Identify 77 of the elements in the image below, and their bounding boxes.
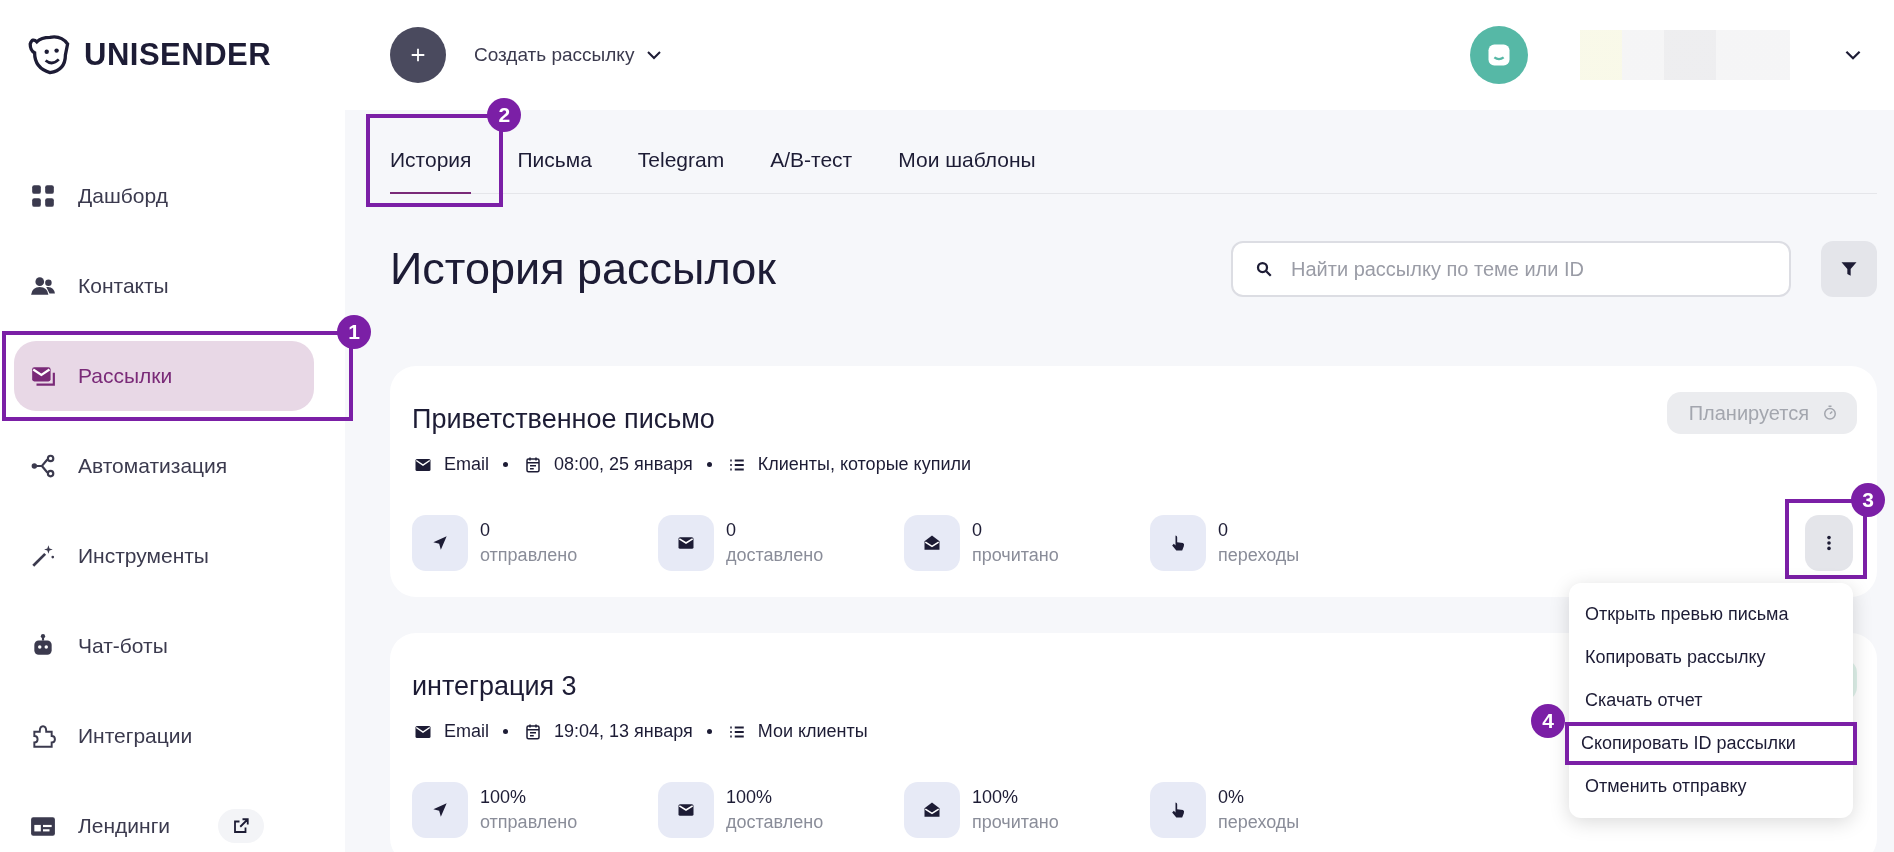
date-text: 08:00, 25 января — [554, 454, 693, 475]
open-envelope-icon — [904, 782, 960, 838]
stat-value: 0% — [1218, 787, 1245, 808]
paper-plane-icon — [412, 782, 468, 838]
stat-label: переходы — [1218, 812, 1300, 833]
menu-item[interactable]: Копировать рассылку — [1569, 636, 1853, 679]
menu-item[interactable]: Скачать отчет — [1569, 679, 1853, 722]
filter-button[interactable] — [1821, 241, 1877, 297]
step-badge: 3 — [1851, 483, 1885, 517]
open-envelope-icon — [904, 515, 960, 571]
stat-value: 0 — [1218, 520, 1229, 541]
tab[interactable]: Письма — [517, 144, 592, 194]
sidebar-item[interactable]: Автоматизация — [14, 431, 314, 501]
paper-plane-icon — [412, 515, 468, 571]
stat-label: доставлено — [726, 545, 824, 566]
sidebar-item[interactable]: Интеграции — [14, 701, 314, 771]
separator-dot — [503, 462, 508, 467]
separator-dot — [503, 729, 508, 734]
stat-label: прочитано — [972, 545, 1059, 566]
kebab-menu-icon — [1826, 534, 1832, 552]
dashboard-icon — [30, 183, 56, 209]
sidebar-item[interactable]: Рассылки — [14, 341, 314, 411]
stat-value: 100% — [480, 787, 528, 808]
pointer-hand-icon — [1150, 782, 1206, 838]
sidebar-item[interactable]: Лендинги — [14, 791, 314, 852]
channel-text: Email — [444, 721, 489, 742]
stat-value: 100% — [726, 787, 774, 808]
envelope-icon — [658, 782, 714, 838]
sidebar-item[interactable]: Контакты — [14, 251, 314, 321]
status-badge: Планируется — [1666, 392, 1857, 434]
add-button[interactable] — [390, 27, 446, 83]
stat-label: отправлено — [480, 545, 578, 566]
logo-text: UNISENDER — [84, 37, 272, 73]
menu-item[interactable]: Открыть превью письма — [1569, 593, 1853, 636]
page-title: История рассылок — [390, 243, 777, 295]
campaign-title: интеграция 3 — [412, 670, 577, 702]
stat-value: 100% — [972, 787, 1020, 808]
dog-logo-icon — [28, 33, 72, 77]
sidebar-item[interactable]: Чат-боты — [14, 611, 314, 681]
tab[interactable]: Мои шаблоны — [898, 144, 1036, 194]
menu-item[interactable]: Отменить отправку — [1569, 765, 1853, 808]
tab[interactable]: Telegram — [637, 144, 725, 194]
calendar-icon — [524, 722, 542, 741]
tab[interactable]: История — [390, 144, 472, 194]
plus-icon — [409, 46, 427, 64]
sidebar-item[interactable]: Дашборд — [14, 161, 314, 231]
step-badge: 1 — [337, 315, 371, 349]
stat-label: доставлено — [726, 812, 824, 833]
envelope-icon — [658, 515, 714, 571]
audience-text: Мои клиенты — [757, 721, 868, 742]
external-link-icon[interactable] — [218, 809, 265, 843]
puzzle-icon — [30, 723, 56, 749]
stat-label: переходы — [1218, 545, 1300, 566]
sidebar-item[interactable]: Инструменты — [14, 521, 314, 591]
filter-icon — [1839, 259, 1859, 279]
campaign-title: Приветственное письмо — [412, 403, 715, 435]
search-icon — [1255, 260, 1273, 278]
stat-value: 0 — [972, 520, 983, 541]
date-text: 19:04, 13 января — [554, 721, 693, 742]
nodes-icon — [30, 453, 56, 479]
create-campaign-dropdown[interactable]: Создать рассылку — [468, 43, 671, 67]
audience-text: Клиенты, которые купили — [757, 454, 972, 475]
stat-value: 0 — [480, 520, 491, 541]
separator-dot — [706, 462, 712, 467]
stat-label: отправлено — [480, 812, 578, 833]
tab[interactable]: A/B-тест — [770, 144, 853, 194]
stat-value: 0 — [726, 520, 737, 541]
stopwatch-icon — [1821, 404, 1839, 422]
calendar-icon — [524, 455, 542, 474]
pointer-hand-icon — [1150, 515, 1206, 571]
menu-item[interactable]: Скопировать ID рассылки — [1569, 726, 1853, 761]
search-field[interactable]: Найти рассылку по теме или ID — [1231, 241, 1791, 297]
separator-dot — [706, 729, 712, 734]
channel-text: Email — [444, 454, 489, 475]
magic-wand-icon — [30, 543, 56, 569]
stat-label: прочитано — [972, 812, 1059, 833]
step-badge: 2 — [487, 98, 522, 132]
